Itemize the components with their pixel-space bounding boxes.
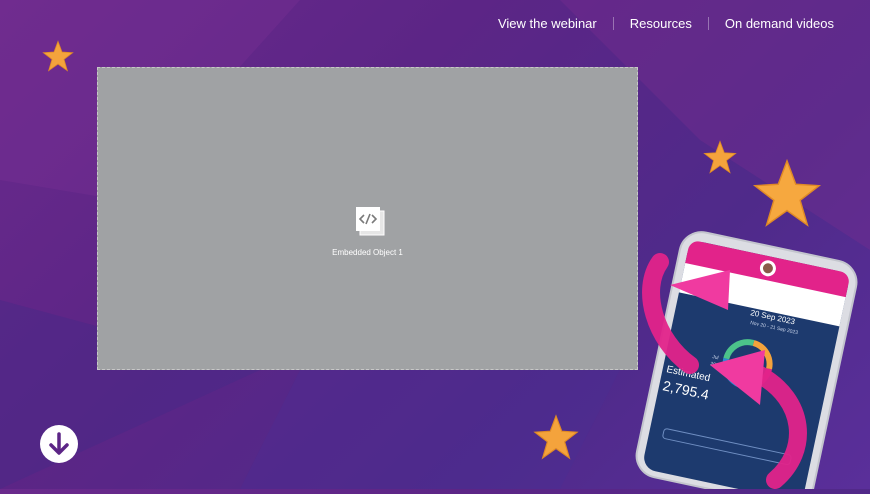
nav-resources[interactable]: Resources: [630, 16, 692, 31]
scroll-down-button[interactable]: [40, 425, 78, 463]
star-icon: [533, 414, 579, 460]
embed-label: Embedded Object 1: [332, 248, 403, 257]
star-icon: [752, 158, 822, 227]
embedded-object[interactable]: Embedded Object 1: [97, 67, 638, 370]
code-embed-icon: [356, 207, 385, 236]
arrow-down-icon: [49, 432, 69, 455]
phone-illustration: 20 Sep 2023 Nov 20 - 21 Sep 2023 Jul 202…: [600, 230, 870, 494]
star-icon: [703, 140, 737, 174]
phone-graphic: 20 Sep 2023 Nov 20 - 21 Sep 2023 Jul 202…: [635, 231, 858, 494]
nav-view-webinar[interactable]: View the webinar: [498, 16, 597, 31]
star-icon: [42, 40, 74, 72]
nav-on-demand-videos[interactable]: On demand videos: [725, 16, 834, 31]
nav-divider: [612, 17, 614, 30]
nav-divider: [707, 17, 709, 30]
top-nav: View the webinar Resources On demand vid…: [498, 16, 834, 31]
